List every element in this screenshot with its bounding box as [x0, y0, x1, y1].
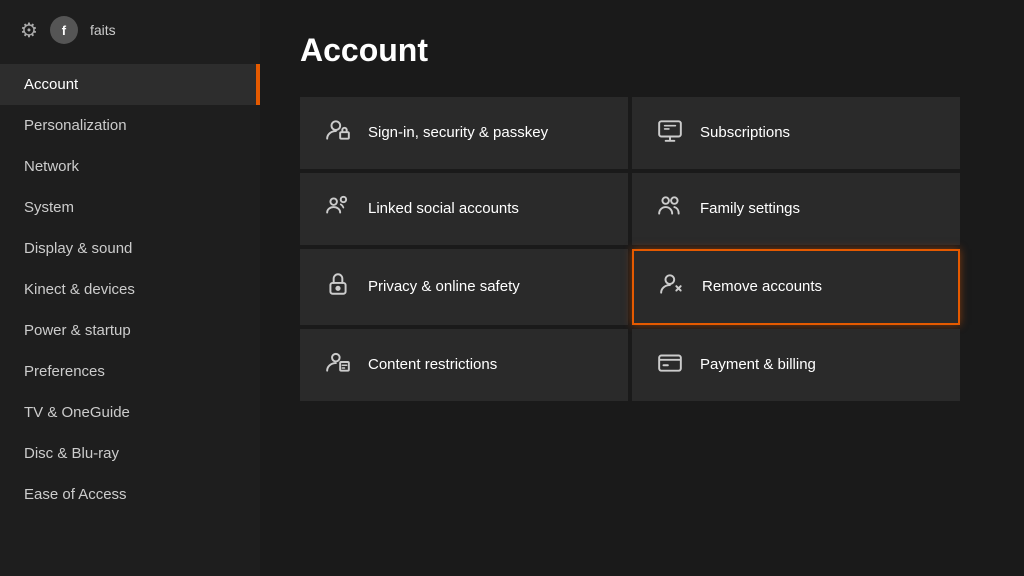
lock-icon	[324, 271, 352, 303]
grid-item-sign-in[interactable]: Sign-in, security & passkey	[300, 97, 628, 169]
avatar: f	[50, 16, 78, 44]
content-restrictions-label: Content restrictions	[368, 355, 497, 375]
grid-item-privacy-safety[interactable]: Privacy & online safety	[300, 249, 628, 325]
sidebar-item-disc-bluray[interactable]: Disc & Blu-ray	[0, 433, 260, 474]
grid-item-content-restrictions[interactable]: Content restrictions	[300, 329, 628, 401]
sidebar-username: faits	[90, 22, 116, 38]
grid-item-linked-social[interactable]: Linked social accounts	[300, 173, 628, 245]
link-person-icon	[324, 193, 352, 225]
sidebar-item-kinect-devices[interactable]: Kinect & devices	[0, 269, 260, 310]
sidebar: ⚙ f faits Account Personalization Networ…	[0, 0, 260, 576]
sidebar-nav: Account Personalization Network System D…	[0, 64, 260, 515]
screen-icon	[656, 117, 684, 149]
person-remove-icon	[658, 271, 686, 303]
sidebar-item-display-sound[interactable]: Display & sound	[0, 228, 260, 269]
sidebar-item-personalization[interactable]: Personalization	[0, 105, 260, 146]
grid-item-subscriptions[interactable]: Subscriptions	[632, 97, 960, 169]
sidebar-item-tv-oneguide[interactable]: TV & OneGuide	[0, 392, 260, 433]
sidebar-item-account[interactable]: Account	[0, 64, 260, 105]
subscriptions-label: Subscriptions	[700, 123, 790, 143]
card-icon	[656, 349, 684, 381]
sidebar-item-network[interactable]: Network	[0, 146, 260, 187]
sidebar-item-ease-of-access[interactable]: Ease of Access	[0, 474, 260, 515]
person-lock-icon	[324, 117, 352, 149]
person-badge-icon	[324, 349, 352, 381]
sidebar-item-system[interactable]: System	[0, 187, 260, 228]
grid-item-payment-billing[interactable]: Payment & billing	[632, 329, 960, 401]
account-grid: Sign-in, security & passkey Subscription…	[300, 97, 960, 401]
grid-item-remove-accounts[interactable]: Remove accounts	[632, 249, 960, 325]
sidebar-item-preferences[interactable]: Preferences	[0, 351, 260, 392]
sign-in-label: Sign-in, security & passkey	[368, 123, 548, 143]
grid-item-family-settings[interactable]: Family settings	[632, 173, 960, 245]
page-title: Account	[300, 32, 984, 69]
sidebar-item-power-startup[interactable]: Power & startup	[0, 310, 260, 351]
main-content: Account Sign-in, security & passkey	[260, 0, 1024, 576]
gear-icon: ⚙	[20, 18, 38, 43]
sidebar-header: ⚙ f faits	[0, 0, 260, 60]
family-settings-label: Family settings	[700, 199, 800, 219]
payment-billing-label: Payment & billing	[700, 355, 816, 375]
privacy-safety-label: Privacy & online safety	[368, 277, 520, 297]
remove-accounts-label: Remove accounts	[702, 277, 822, 297]
linked-social-label: Linked social accounts	[368, 199, 519, 219]
family-icon	[656, 193, 684, 225]
